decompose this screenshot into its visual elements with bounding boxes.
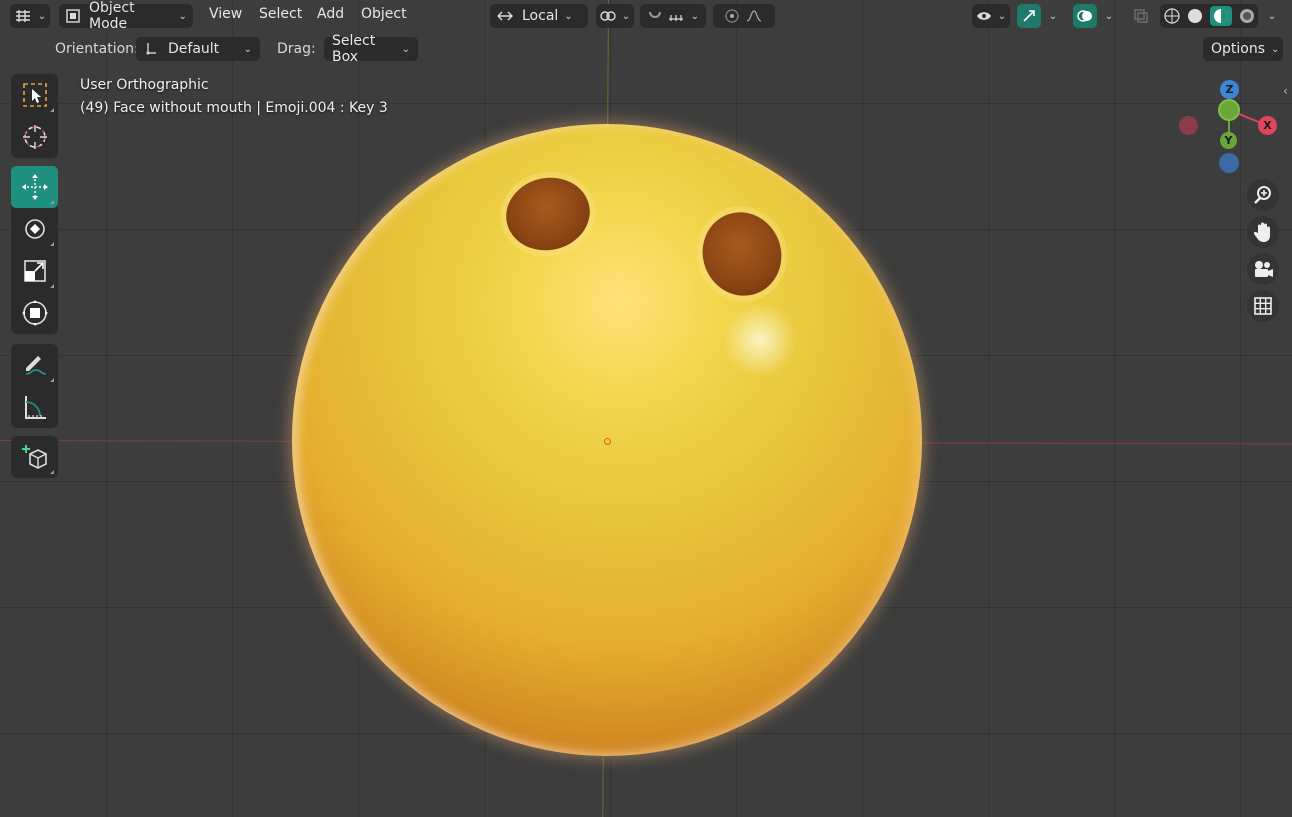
gizmo-y-axis[interactable]: Y xyxy=(1220,132,1237,149)
toolbar-select-group xyxy=(11,74,58,158)
hand-pan-icon xyxy=(1253,222,1270,242)
proportional-editing[interactable] xyxy=(713,4,775,28)
chevron-down-icon: ⌄ xyxy=(997,10,1007,22)
drag-label: Drag: xyxy=(277,41,316,57)
zoom-button[interactable] xyxy=(1247,179,1279,211)
overlays-toggle[interactable] xyxy=(1073,4,1097,28)
options-dropdown[interactable]: Options ⌄ xyxy=(1203,37,1283,61)
drag-value: Select Box xyxy=(332,33,376,65)
transform-tool[interactable] xyxy=(11,292,58,334)
move-icon xyxy=(21,174,48,200)
navigation-gizmo[interactable]: Z X Y xyxy=(1176,78,1280,176)
pivot-point-dropdown[interactable]: ⌄ xyxy=(596,4,634,28)
menu-add[interactable]: Add xyxy=(317,6,344,22)
transform-orientation-dropdown[interactable]: Local ⌄ xyxy=(490,4,588,28)
3d-viewport[interactable] xyxy=(0,0,1292,817)
visibility-dropdown[interactable]: ⌄ xyxy=(972,4,1010,28)
drag-dropdown[interactable]: Select Box ⌄ xyxy=(324,33,418,65)
wireframe-shading-icon[interactable] xyxy=(1163,8,1180,24)
orientation-axes-icon xyxy=(144,41,158,57)
falloff-curve-icon xyxy=(745,9,763,23)
rendered-shading-icon[interactable] xyxy=(1239,8,1255,24)
chevron-down-icon: ⌄ xyxy=(621,10,631,22)
chevron-down-icon[interactable]: ⌄ xyxy=(1100,4,1118,28)
chevron-down-icon: ⌄ xyxy=(690,10,700,22)
chevron-down-icon: ⌄ xyxy=(401,43,410,55)
select-box-tool[interactable] xyxy=(11,74,58,116)
specular-highlight xyxy=(720,300,800,380)
orientation-axes-icon xyxy=(496,9,514,23)
proportional-edit-icon xyxy=(725,9,739,23)
overlays-icon xyxy=(1077,8,1093,24)
chevron-down-icon: ⌄ xyxy=(37,10,47,22)
chevron-down-icon: ⌄ xyxy=(564,10,573,22)
chevron-down-icon: ⌄ xyxy=(1271,43,1280,55)
material-preview-shading-icon[interactable] xyxy=(1209,6,1232,26)
link-icon xyxy=(600,9,616,23)
gizmo-negative-z-axis[interactable] xyxy=(1219,153,1239,173)
gizmo-negative-y-axis[interactable] xyxy=(1218,99,1240,121)
rotate-icon xyxy=(24,219,45,239)
snap-increment-icon xyxy=(667,9,685,23)
shading-mode-group xyxy=(1160,4,1258,28)
gizmo-z-axis[interactable]: Z xyxy=(1220,80,1239,99)
chevron-down-icon[interactable]: ⌄ xyxy=(1044,4,1062,28)
annotate-pencil-icon xyxy=(25,356,46,375)
editor-type-icon xyxy=(14,8,32,24)
mode-label: Object Mode xyxy=(89,0,135,32)
add-cube-tool[interactable] xyxy=(11,436,58,478)
toolbar-transform-group xyxy=(11,166,58,334)
toolbar-annotate-group xyxy=(11,344,58,428)
menu-object[interactable]: Object xyxy=(361,6,407,22)
menu-view[interactable]: View xyxy=(209,6,242,22)
mode-dropdown[interactable]: Object Mode ⌄ xyxy=(59,0,193,32)
gizmo-x-axis[interactable]: X xyxy=(1258,116,1277,135)
gizmo-toggle[interactable] xyxy=(1017,4,1041,28)
eye-icon xyxy=(976,10,992,22)
perspective-toggle-button[interactable] xyxy=(1247,290,1279,322)
chevron-down-icon[interactable]: ⌄ xyxy=(1262,4,1282,28)
add-cube-icon xyxy=(21,445,47,469)
pan-button[interactable] xyxy=(1247,216,1279,248)
viewport-header: ⌄ Object Mode ⌄ View Select Add Object L… xyxy=(0,0,1292,32)
scale-tool[interactable] xyxy=(11,250,58,292)
cursor-tool[interactable] xyxy=(11,116,58,158)
pivot-label: Local xyxy=(522,8,559,24)
object-mode-icon xyxy=(65,8,81,24)
select-box-icon xyxy=(22,83,47,107)
orientation-dropdown[interactable]: Default ⌄ xyxy=(136,37,260,61)
view-name-label: User Orthographic xyxy=(80,77,209,93)
xray-toggle[interactable] xyxy=(1130,4,1152,28)
object-origin-marker xyxy=(604,438,611,445)
transform-icon xyxy=(21,300,48,326)
object-info-label: (49) Face without mouth | Emoji.004 : Ke… xyxy=(80,100,388,116)
camera-view-button[interactable] xyxy=(1247,253,1279,285)
xray-icon xyxy=(1134,9,1148,23)
scale-icon xyxy=(23,260,46,282)
chevron-down-icon: ⌄ xyxy=(178,10,187,22)
magnet-icon xyxy=(647,8,663,24)
orientation-value: Default xyxy=(168,41,220,57)
measure-tool[interactable] xyxy=(11,386,58,428)
orientation-label: Orientation: xyxy=(55,41,139,57)
measure-ruler-icon xyxy=(24,396,46,419)
gizmo-icon xyxy=(1021,8,1037,24)
chevron-down-icon: ⌄ xyxy=(243,43,252,55)
zoom-icon xyxy=(1254,186,1271,204)
snap-settings[interactable]: ⌄ xyxy=(640,4,706,28)
camera-icon xyxy=(1255,261,1273,277)
tool-settings-header: Orientation: Default ⌄ Drag: Select Box … xyxy=(0,33,1292,65)
editor-type-button[interactable]: ⌄ xyxy=(10,4,50,28)
move-tool[interactable] xyxy=(11,166,58,208)
annotate-tool[interactable] xyxy=(11,344,58,386)
cursor-icon xyxy=(22,125,47,149)
options-label: Options xyxy=(1211,41,1266,57)
toolbar-add-group xyxy=(11,436,58,478)
sidebar-toggle-chevron-icon[interactable]: ‹ xyxy=(1283,84,1288,98)
gizmo-negative-x-axis[interactable] xyxy=(1179,116,1198,135)
rotate-tool[interactable] xyxy=(11,208,58,250)
solid-shading-icon[interactable] xyxy=(1187,8,1203,24)
grid-icon xyxy=(1254,297,1272,315)
menu-select[interactable]: Select xyxy=(259,6,302,22)
